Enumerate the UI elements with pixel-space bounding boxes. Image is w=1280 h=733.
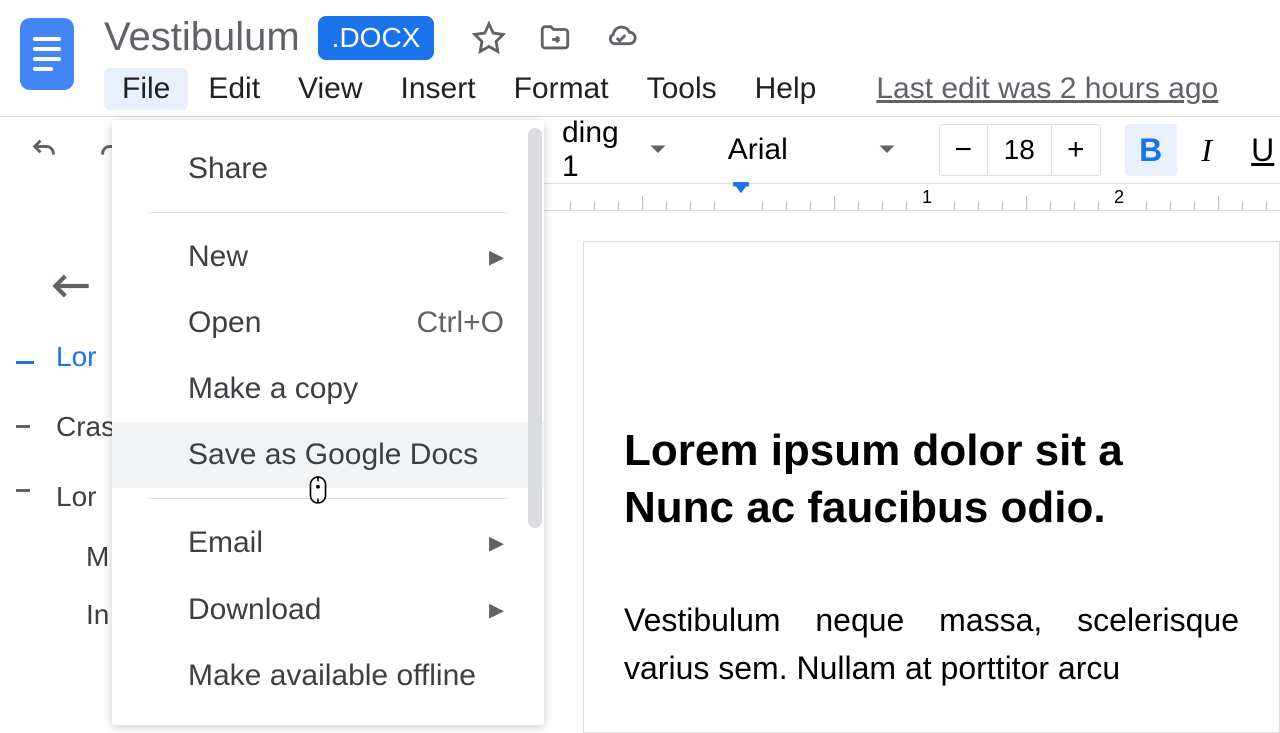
menu-open[interactable]: OpenCtrl+O <box>112 290 544 356</box>
font-size-group: − 18 + <box>939 124 1101 176</box>
menu-email[interactable]: Email▸ <box>112 509 544 576</box>
ruler-mark-2: 2 <box>1114 187 1124 208</box>
menu-insert[interactable]: Insert <box>383 68 494 110</box>
format-buttons: B I U <box>1125 124 1280 176</box>
style-label: ding 1 <box>562 116 619 184</box>
outline-sub-0[interactable]: M <box>16 541 115 573</box>
dropdown-scrollbar[interactable] <box>528 128 542 528</box>
underline-button[interactable]: U <box>1237 124 1280 176</box>
menu-share[interactable]: Share <box>112 136 544 202</box>
dropdown-arrow-icon <box>878 144 896 156</box>
submenu-arrow-icon: ▸ <box>489 592 504 627</box>
ruler-mark-1: 1 <box>922 187 932 208</box>
doc-paragraph[interactable]: Vestibulum neque massa, scelerisque vari… <box>624 596 1239 692</box>
font-size-increase[interactable]: + <box>1052 125 1100 175</box>
italic-button[interactable]: I <box>1181 124 1233 176</box>
outline-active-marker <box>16 361 34 364</box>
font-select[interactable]: Arial <box>713 132 911 168</box>
menu-edit[interactable]: Edit <box>190 68 278 110</box>
dropdown-arrow-icon <box>649 144 667 156</box>
indent-marker-icon[interactable] <box>732 182 750 200</box>
shortcut-label: Ctrl+O <box>416 306 504 340</box>
menu-download[interactable]: Download▸ <box>112 576 544 643</box>
document-title[interactable]: Vestibulum <box>104 15 300 60</box>
menu-view[interactable]: View <box>280 68 380 110</box>
menu-file[interactable]: File <box>104 68 188 110</box>
title-icons <box>472 21 638 55</box>
menu-help[interactable]: Help <box>737 68 835 110</box>
ruler[interactable]: 1 2 <box>538 183 1280 211</box>
cloud-status-icon[interactable] <box>604 21 638 55</box>
menubar: File Edit View Insert Format Tools Help … <box>104 68 1260 110</box>
font-size-decrease[interactable]: − <box>940 125 988 175</box>
outline-marker <box>16 489 30 492</box>
bold-button[interactable]: B <box>1125 124 1177 176</box>
menu-separator <box>148 498 508 499</box>
header-main: Vestibulum .DOCX File Edit View Insert F… <box>104 10 1260 110</box>
menu-separator <box>148 212 508 213</box>
submenu-arrow-icon: ▸ <box>489 239 504 274</box>
menu-format[interactable]: Format <box>496 68 627 110</box>
menu-save-as-google-docs[interactable]: Save as Google Docs <box>112 422 544 488</box>
undo-button[interactable] <box>20 128 68 172</box>
last-edit-link[interactable]: Last edit was 2 hours ago <box>876 72 1218 106</box>
file-dropdown-menu: Share New▸ OpenCtrl+O Make a copy Save a… <box>112 120 544 725</box>
font-size-value[interactable]: 18 <box>988 125 1052 175</box>
title-row: Vestibulum .DOCX <box>104 10 1260 60</box>
outline-marker <box>16 425 30 428</box>
outline-sub-1[interactable]: In <box>16 599 115 631</box>
logo-lines-icon <box>33 37 61 71</box>
paragraph-style-select[interactable]: ding 1 <box>548 116 681 184</box>
header: Vestibulum .DOCX File Edit View Insert F… <box>0 0 1280 110</box>
docs-logo[interactable] <box>20 18 74 90</box>
submenu-arrow-icon: ▸ <box>489 525 504 560</box>
outline-item-2[interactable]: Lor <box>16 471 115 523</box>
menu-make-copy[interactable]: Make a copy <box>112 356 544 422</box>
document-page[interactable]: Lorem ipsum dolor sit a Nunc ac faucibus… <box>583 241 1280 733</box>
move-folder-icon[interactable] <box>538 21 572 55</box>
docx-badge: .DOCX <box>318 16 435 60</box>
font-label: Arial <box>728 133 788 167</box>
outline-item-1[interactable]: Cras <box>16 401 115 453</box>
doc-heading[interactable]: Lorem ipsum dolor sit a Nunc ac faucibus… <box>624 422 1239 536</box>
menu-new[interactable]: New▸ <box>112 223 544 290</box>
menu-offline[interactable]: Make available offline <box>112 643 544 709</box>
outline-panel: Lor Cras Lor M In <box>0 211 115 733</box>
menu-tools[interactable]: Tools <box>629 68 735 110</box>
outline-back-button[interactable] <box>52 271 115 301</box>
star-icon[interactable] <box>472 21 506 55</box>
outline-item-0[interactable]: Lor <box>16 331 115 383</box>
